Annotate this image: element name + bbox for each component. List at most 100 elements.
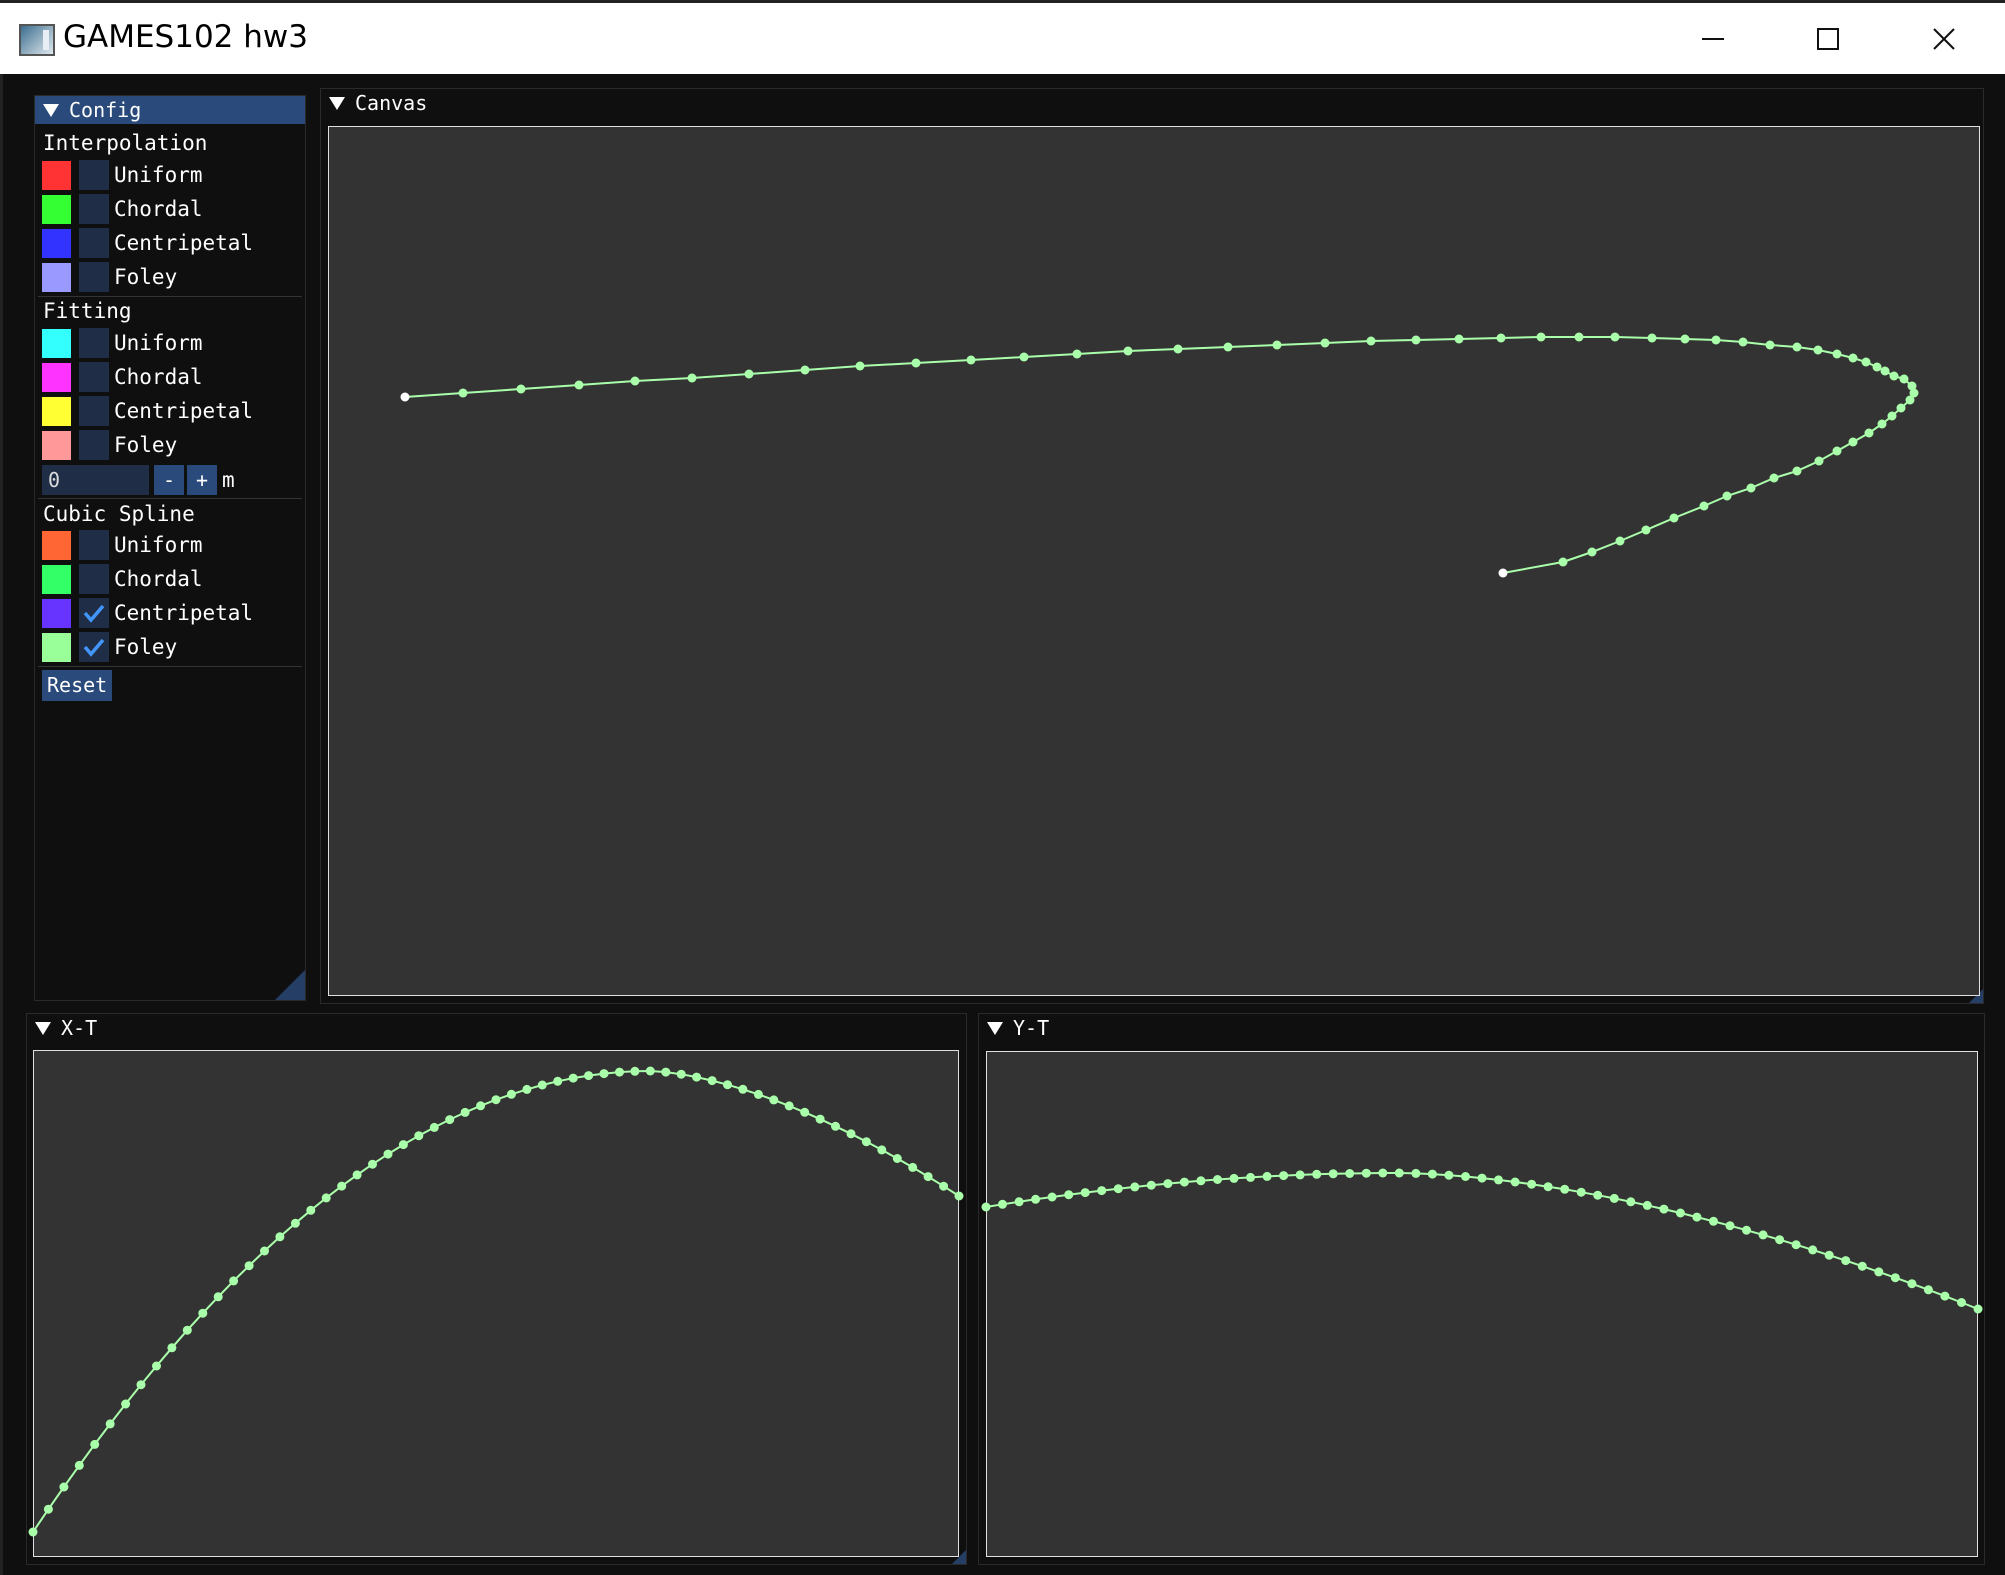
curve-sample-point	[1279, 1171, 1289, 1181]
curve-sample-point	[1765, 340, 1775, 350]
curve-sample-point	[213, 1292, 223, 1302]
curve-sample-point	[1560, 1184, 1570, 1194]
curve-sample-point	[1848, 353, 1858, 363]
curve-sample-point	[59, 1482, 69, 1492]
curve-sample-point	[152, 1361, 161, 1371]
curve-sample-point	[1864, 428, 1874, 438]
curve-sample-point	[1312, 1169, 1322, 1179]
curve-sample-point	[1328, 1169, 1338, 1179]
curve-sample-point	[368, 1159, 377, 1169]
curve-sample-point	[522, 1084, 532, 1094]
curve-sample-point	[723, 1080, 732, 1090]
curve-sample-point	[1163, 1179, 1173, 1189]
curve-sample-point	[923, 1172, 933, 1182]
curve-sample-point	[753, 1089, 763, 1099]
curve-sample-point	[1320, 338, 1330, 348]
curve-sample-point	[954, 1191, 964, 1201]
curve-sample-point	[1477, 1173, 1487, 1183]
curve-sample-point	[1841, 1256, 1851, 1266]
curve-sample-point	[1775, 1235, 1785, 1245]
curve-sample-point	[861, 1137, 871, 1147]
control-point[interactable]	[400, 392, 410, 402]
curve-sample-point	[831, 1121, 840, 1131]
yt-curve-line	[985, 1172, 1979, 1310]
curve-sample-point	[1223, 342, 1233, 352]
curve-sample-point	[28, 1527, 38, 1537]
curve-sample-point	[1394, 1168, 1404, 1178]
curve-sample-point	[877, 1145, 887, 1155]
curve-sample-point	[645, 1066, 655, 1076]
curve-sample-point	[1905, 395, 1915, 405]
curve-sample-point	[1872, 362, 1882, 372]
curve-sample-point	[1808, 1245, 1818, 1255]
curve-sample-point	[998, 1199, 1007, 1209]
curve-sample-point	[692, 1072, 702, 1082]
curve-sample-point	[1080, 1188, 1090, 1198]
curve-sample-point	[1496, 333, 1506, 343]
curve-sample-point	[1769, 473, 1779, 483]
curve-sample-point	[321, 1193, 331, 1203]
curve-sample-point	[1899, 374, 1909, 384]
curve-sample-point	[1857, 1261, 1867, 1271]
curve-sample-point	[244, 1261, 254, 1271]
curve-sample-point	[1792, 466, 1802, 476]
curve-sample-point	[966, 355, 976, 365]
curve-sample-point	[1444, 1170, 1454, 1180]
curve-sample-point	[1890, 1273, 1900, 1283]
curve-sample-point	[1615, 536, 1625, 546]
curve-sample-point	[1610, 332, 1620, 342]
curve-sample-point	[1709, 1216, 1718, 1226]
curve-sample-point	[414, 1131, 424, 1141]
curve-sample-point	[676, 1069, 686, 1079]
curve-sample-point	[1647, 333, 1657, 343]
curve-sample-point	[1861, 357, 1871, 367]
curve-sample-point	[846, 1129, 856, 1139]
curve-sample-point	[1494, 1175, 1503, 1185]
curve-sample-point	[260, 1246, 269, 1256]
curve-sample-point	[1642, 1200, 1652, 1210]
curve-sample-point	[1593, 1190, 1603, 1200]
curve-sample-point	[1711, 335, 1721, 345]
curve-sample-point	[1527, 1179, 1537, 1189]
curve-sample-point	[1179, 1177, 1189, 1187]
curve-sample-point	[855, 361, 865, 371]
curve-sample-point	[1641, 525, 1651, 535]
curve-sample-point	[229, 1276, 239, 1286]
curve-sample-point	[1510, 1177, 1520, 1187]
curve-sample-point	[1454, 334, 1464, 344]
curve-sample-point	[1587, 547, 1597, 557]
curve-sample-point	[574, 380, 584, 390]
curve-sample-point	[1295, 1170, 1305, 1180]
curve-sample-point	[1019, 352, 1029, 362]
curve-sample-point	[1907, 1279, 1917, 1289]
curve-sample-point	[1791, 1240, 1801, 1250]
curve-sample-point	[74, 1460, 84, 1470]
curve-sample-point	[1576, 1187, 1586, 1197]
control-point[interactable]	[1498, 568, 1508, 578]
curve-sample-point	[1229, 1173, 1239, 1183]
curve-sample-point	[1957, 1298, 1966, 1307]
curve-sample-point	[1031, 1194, 1041, 1204]
curve-sample-point	[105, 1419, 115, 1429]
curve-sample-point	[1123, 346, 1133, 356]
curve-sample-point	[1880, 366, 1890, 376]
curve-sample-point	[1272, 340, 1282, 350]
curve-sample-point	[599, 1069, 609, 1079]
curve-sample-point	[1064, 1190, 1074, 1200]
curve-sample-point	[398, 1140, 408, 1150]
curve-sample-point	[1246, 1172, 1255, 1182]
curve-sample-point	[182, 1325, 192, 1335]
curve-sample-point	[43, 1504, 53, 1514]
curve-sample-point	[1361, 1168, 1371, 1178]
curve-sample-point	[1675, 1208, 1685, 1218]
curve-sample-point	[1814, 456, 1824, 466]
curve-sample-point	[630, 376, 640, 386]
curve-sample-point	[1427, 1169, 1437, 1179]
curve-sample-point	[707, 1076, 717, 1086]
curve-sample-point	[1848, 437, 1858, 447]
curve-sample-point	[90, 1439, 100, 1449]
curve-sample-point	[506, 1089, 516, 1099]
curve-sample-point	[908, 1162, 918, 1172]
curve-sample-point	[1692, 1212, 1702, 1222]
curve-sample-point	[1874, 1267, 1884, 1277]
